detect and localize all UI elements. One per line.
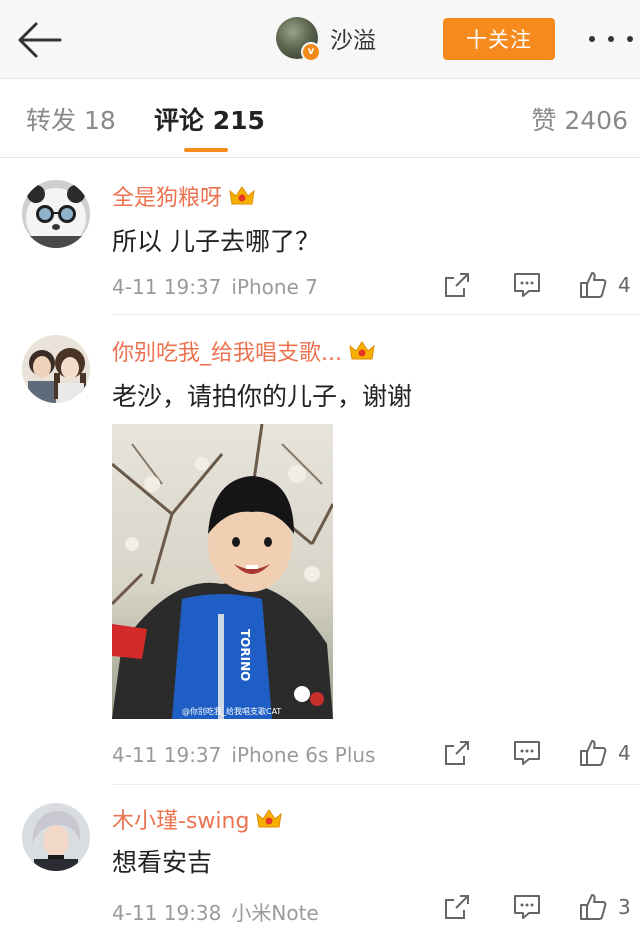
like-button[interactable]: 3 (578, 892, 631, 922)
comment-username[interactable]: 你别吃我_给我唱支歌... (112, 335, 376, 367)
comment-actions: 3 (440, 892, 640, 922)
active-tab-indicator (184, 148, 228, 152)
comment-meta: 4-11 19:38 小米Note (112, 897, 319, 926)
share-icon[interactable] (442, 270, 472, 304)
author-name[interactable]: 沙溢 (330, 21, 376, 55)
like-count: 3 (618, 895, 631, 919)
comment-username[interactable]: 全是狗粮呀 (112, 180, 256, 212)
reply-icon[interactable] (512, 738, 542, 772)
member-crown-icon (228, 185, 256, 207)
comment-actions: 4 (440, 270, 640, 300)
weibo-author[interactable]: v 沙溢 (276, 14, 376, 62)
image-watermark: @你别吃我_给我唱支歌CAT (182, 706, 281, 716)
like-button[interactable]: 4 (578, 270, 631, 300)
follow-button[interactable]: 十关注 (443, 18, 555, 60)
thumbs-up-icon (580, 894, 607, 920)
jacket-text: TORINO (238, 629, 252, 681)
reply-icon[interactable] (512, 270, 542, 304)
divider (112, 314, 640, 315)
comment-meta: 4-11 19:37 iPhone 6s Plus (112, 743, 375, 767)
reply-icon[interactable] (512, 892, 542, 926)
comment-date: 4-11 19:37 (112, 743, 222, 767)
thumbs-up-icon (580, 272, 607, 298)
share-icon[interactable] (442, 892, 472, 926)
back-arrow-icon[interactable] (14, 20, 66, 60)
avatar[interactable] (22, 180, 90, 248)
comment-text: 所以 儿子去哪了？ (112, 227, 320, 256)
username-text[interactable]: 你别吃我_给我唱支歌... (112, 335, 342, 367)
username-text[interactable]: 全是狗粮呀 (112, 180, 222, 212)
avatar[interactable]: v (276, 17, 321, 62)
comment-actions: 4 (440, 738, 640, 768)
comment-username[interactable]: 木小瑾-swing (112, 803, 283, 835)
username-text[interactable]: 木小瑾-swing (112, 803, 249, 835)
comment-meta: 4-11 19:37 iPhone 7 (112, 275, 318, 299)
comment-date: 4-11 19:38 (112, 901, 222, 925)
like-count: 4 (618, 741, 631, 765)
thumbs-up-icon (580, 740, 607, 766)
divider (112, 784, 640, 785)
comment-source: iPhone 7 (231, 275, 318, 299)
comment-source: 小米Note (231, 901, 319, 925)
verified-badge-icon: v (301, 42, 321, 62)
comment-date: 4-11 19:37 (112, 275, 222, 299)
comment-source: iPhone 6s Plus (231, 743, 376, 767)
tab-like[interactable]: 赞 2406 (531, 101, 628, 137)
member-crown-icon (348, 340, 376, 362)
comment-text: 老沙，请拍你的儿子，谢谢 (112, 382, 413, 411)
share-icon[interactable] (442, 738, 472, 772)
more-options-icon[interactable] (589, 34, 633, 44)
like-button[interactable]: 4 (578, 738, 631, 768)
like-count: 4 (618, 273, 631, 297)
avatar[interactable] (22, 335, 90, 403)
tab-repost[interactable]: 转发 18 (26, 101, 116, 137)
avatar[interactable] (22, 803, 90, 871)
top-bar: v 沙溢 十关注 (0, 0, 640, 79)
member-crown-icon (255, 808, 283, 830)
comment-photo[interactable]: TORINO @你别吃我_给我唱支歌CAT (112, 424, 333, 719)
tab-bar: 转发 18 评论 215 赞 2406 (0, 79, 640, 158)
comment-text: 想看安吉 (112, 848, 213, 877)
